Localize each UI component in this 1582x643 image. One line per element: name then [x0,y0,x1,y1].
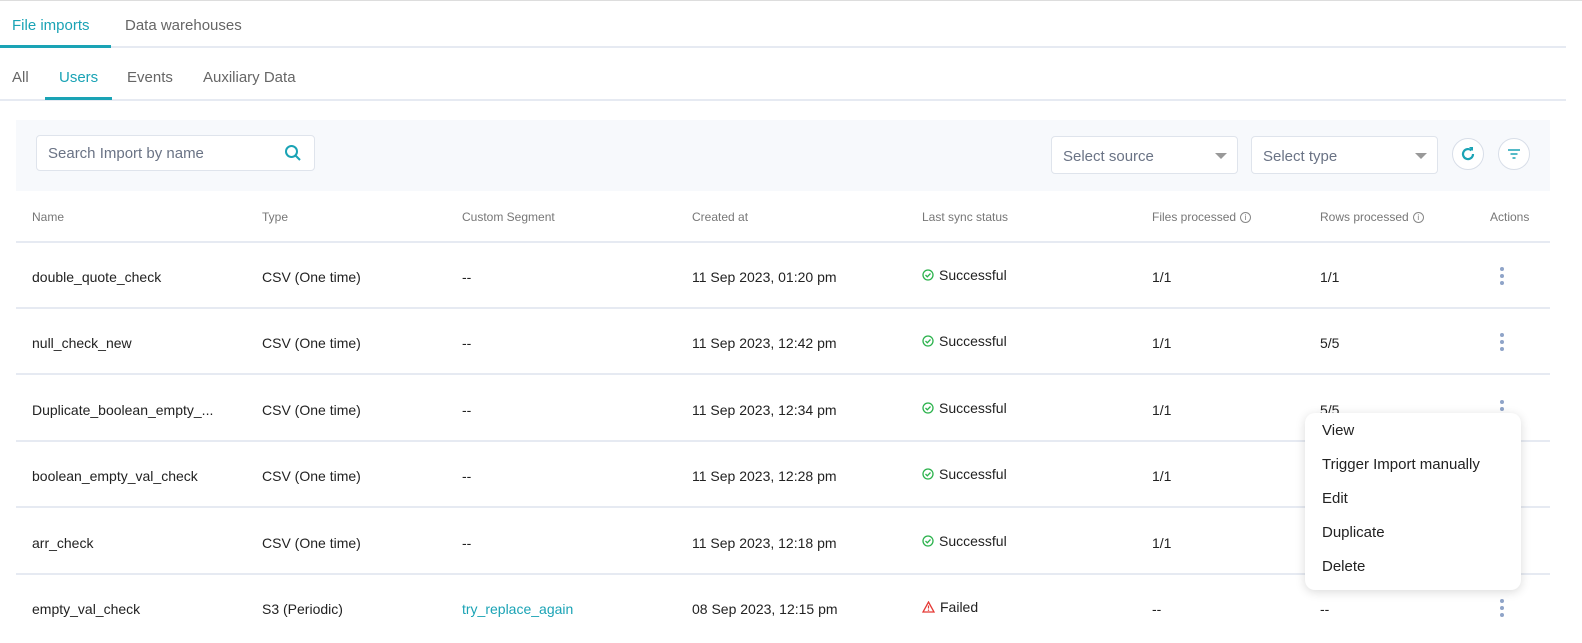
filter-panel: Search Import by name Select source Sele… [16,120,1550,191]
tab-events[interactable]: Events [127,69,173,86]
success-check-icon [922,468,934,480]
tab-all[interactable]: All [12,69,29,86]
column-header-actions: Actions [1490,210,1530,224]
success-check-icon [922,534,934,547]
created-at: 08 Sep 2023, 12:15 pm [692,601,838,617]
tab-file-imports[interactable]: File imports [12,17,90,34]
custom-segment: -- [462,335,472,352]
import-type: CSV (One time) [262,269,361,285]
tab-auxiliary-data[interactable]: Auxiliary Data [203,69,296,86]
import-name[interactable]: Duplicate_boolean_empty_... [32,402,213,418]
type-select[interactable]: Select type [1251,136,1438,174]
success-check-icon [922,402,934,414]
custom-segment: -- [462,468,472,485]
column-header-last-sync-status[interactable]: Last sync status [922,210,1008,224]
menu-item-duplicate[interactable]: Duplicate [1322,524,1385,541]
sync-status: Successful [939,267,1007,283]
type-select-placeholder: Select type [1263,148,1338,165]
sync-status: Successful [939,466,1007,483]
files-processed: 1/1 [1152,468,1172,485]
table-row[interactable]: null_check_new CSV (One time) -- 11 Sep … [16,309,1550,376]
sync-status: Failed [940,599,979,615]
created-at: 11 Sep 2023, 12:18 pm [692,534,837,551]
column-header-type[interactable]: Type [262,210,288,224]
info-icon[interactable]: i [1240,212,1252,224]
import-type: CSV (One time) [262,534,361,551]
info-icon[interactable]: i [1412,212,1424,224]
tab-users[interactable]: Users [59,69,98,86]
active-subtab-indicator [45,97,112,100]
custom-segment: -- [462,534,472,551]
filter-icon [1508,149,1520,159]
column-header-rows-processed[interactable]: Rows processed [1320,210,1409,224]
files-processed: -- [1152,601,1162,617]
files-processed: 1/1 [1152,269,1172,285]
menu-item-delete[interactable]: Delete [1322,558,1365,575]
warning-icon [921,600,936,613]
menu-item-view[interactable]: View [1322,422,1354,439]
import-name[interactable]: null_check_new [32,335,132,351]
source-select[interactable]: Select source [1051,136,1238,174]
files-processed: 1/1 [1152,534,1172,551]
menu-item-edit[interactable]: Edit [1322,490,1348,507]
column-header-name[interactable]: Name [32,210,64,224]
tab-data-warehouses[interactable]: Data warehouses [125,17,242,34]
top-tabs: File imports Data warehouses [0,1,1566,48]
rows-processed: 5/5 [1320,335,1340,352]
success-check-icon [922,335,934,348]
table-row[interactable]: double_quote_check CSV (One time) -- 11 … [16,243,1550,309]
import-name[interactable]: empty_val_check [32,601,140,617]
import-type: CSV (One time) [262,401,361,418]
refresh-icon [1461,147,1475,161]
custom-segment[interactable]: try_replace_again [462,601,573,617]
import-name[interactable]: arr_check [32,535,93,551]
rows-processed: 1/1 [1320,269,1340,285]
search-icon [285,145,301,161]
files-processed: 1/1 [1152,401,1172,418]
success-check-icon [922,269,934,281]
sync-status: Successful [939,399,1007,416]
column-header-custom-segment[interactable]: Custom Segment [462,210,555,224]
refresh-button[interactable] [1452,138,1484,170]
filter-button[interactable] [1498,138,1530,170]
created-at: 11 Sep 2023, 12:34 pm [692,401,837,418]
import-name[interactable]: boolean_empty_val_check [32,468,198,484]
created-at: 11 Sep 2023, 12:42 pm [692,335,837,352]
import-type: S3 (Periodic) [262,601,343,617]
more-actions-icon[interactable] [1500,267,1506,285]
files-processed: 1/1 [1152,335,1172,352]
search-input[interactable]: Search Import by name [36,135,315,171]
more-actions-icon[interactable] [1500,333,1506,352]
import-type: CSV (One time) [262,335,361,352]
search-placeholder: Search Import by name [48,145,204,162]
more-actions-icon[interactable] [1500,599,1506,617]
import-name[interactable]: double_quote_check [32,269,161,285]
source-select-placeholder: Select source [1063,148,1154,165]
chevron-down-icon [1415,153,1427,159]
chevron-down-icon [1215,153,1227,159]
row-actions-menu: View Trigger Import manually Edit Duplic… [1305,413,1521,590]
created-at: 11 Sep 2023, 01:20 pm [692,269,837,285]
sub-tabs: All Users Events Auxiliary Data [0,48,1566,101]
column-header-files-processed[interactable]: Files processed [1152,210,1236,224]
custom-segment: -- [462,401,472,418]
rows-processed: -- [1320,601,1330,617]
menu-item-trigger-import[interactable]: Trigger Import manually [1322,456,1480,473]
sync-status: Successful [939,333,1007,350]
custom-segment: -- [462,269,472,285]
created-at: 11 Sep 2023, 12:28 pm [692,468,837,485]
sync-status: Successful [939,532,1007,549]
column-header-created-at[interactable]: Created at [692,210,748,224]
import-type: CSV (One time) [262,468,361,485]
